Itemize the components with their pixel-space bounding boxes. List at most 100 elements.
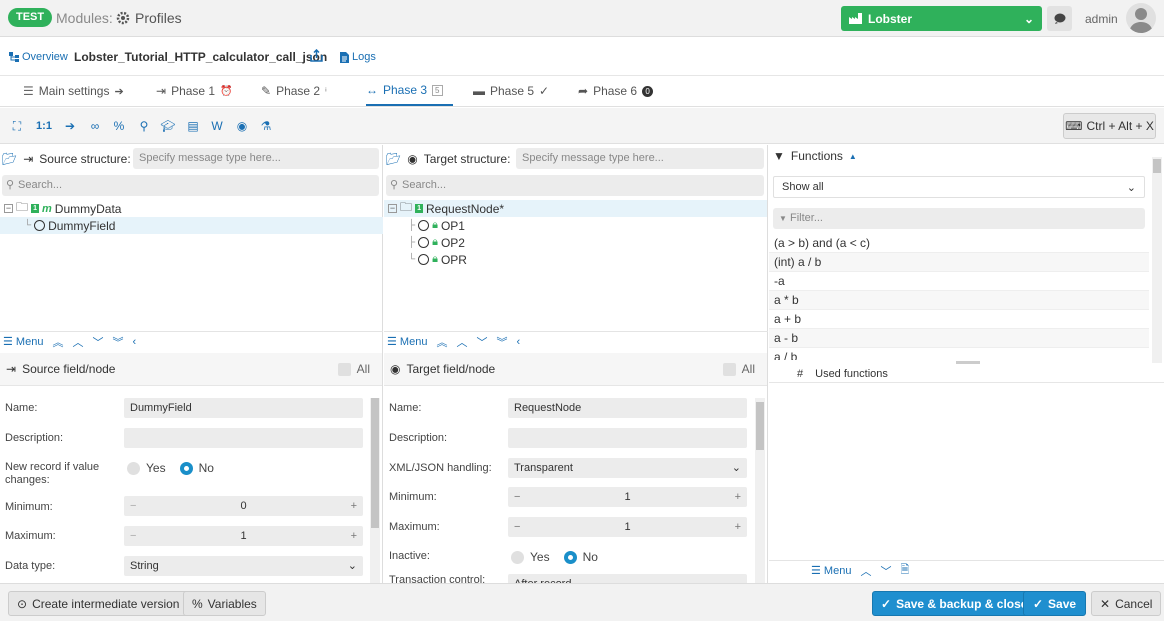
plus-icon[interactable]: + bbox=[351, 500, 357, 512]
word-file-icon[interactable]: W bbox=[208, 117, 226, 135]
avatar[interactable] bbox=[1126, 3, 1156, 33]
double-chevron-down-icon[interactable]: ︾ bbox=[112, 334, 123, 350]
double-chevron-up-icon[interactable]: ︽ bbox=[436, 334, 447, 350]
function-item[interactable]: a - b bbox=[769, 329, 1149, 348]
flask-icon[interactable]: ⚗ bbox=[257, 117, 275, 135]
eye-icon[interactable]: ◉ bbox=[233, 117, 251, 135]
ratio-button[interactable]: 1:1 bbox=[34, 117, 54, 135]
chat-button[interactable] bbox=[1047, 6, 1072, 31]
resize-handle[interactable] bbox=[956, 361, 980, 364]
plus-icon[interactable]: + bbox=[351, 530, 357, 542]
tree-node-requestnode[interactable]: − 🗀 1 RequestNode* bbox=[384, 200, 767, 217]
function-item[interactable]: -a bbox=[769, 272, 1149, 291]
tab-phase-5[interactable]: ▬ Phase 5 ✓ bbox=[473, 76, 549, 106]
target-name-input[interactable]: RequestNode bbox=[508, 398, 747, 418]
scrollbar-thumb[interactable] bbox=[756, 402, 764, 450]
percent-icon[interactable]: % bbox=[110, 117, 128, 135]
link-icon[interactable]: ∞ bbox=[86, 117, 104, 135]
file-icon[interactable]: 🗎 bbox=[900, 561, 909, 580]
all-checkbox[interactable] bbox=[337, 362, 351, 376]
source-description-input[interactable] bbox=[124, 428, 363, 448]
chevron-up-icon[interactable]: ︿ bbox=[456, 334, 467, 350]
target-description-input[interactable] bbox=[508, 428, 747, 448]
user-name[interactable]: admin bbox=[1085, 12, 1118, 26]
export-button[interactable] bbox=[310, 48, 323, 65]
chevron-down-icon[interactable]: ﹀ bbox=[92, 334, 103, 350]
xml-json-handling-select[interactable]: Transparent ⌄ bbox=[508, 458, 747, 478]
target-search-input[interactable]: ⚲ Search... bbox=[386, 175, 764, 196]
function-item[interactable]: (a > b) and (a < c) bbox=[769, 234, 1149, 253]
plus-icon[interactable]: + bbox=[735, 491, 741, 503]
no-radio[interactable] bbox=[563, 550, 577, 564]
target-maximum-stepper[interactable]: − 1 + bbox=[508, 517, 747, 537]
chevron-up-icon[interactable]: ︿ bbox=[860, 563, 871, 579]
overview-link[interactable]: Overview bbox=[9, 51, 68, 63]
keyboard-shortcut-button[interactable]: ⌨ Ctrl + Alt + X bbox=[1063, 113, 1156, 139]
source-all-toggle[interactable]: All bbox=[337, 362, 370, 376]
collapse-icon[interactable]: − bbox=[388, 204, 397, 213]
functions-category-select[interactable]: Show all ⌄ bbox=[773, 176, 1145, 198]
all-checkbox[interactable] bbox=[722, 362, 736, 376]
list-alt-icon[interactable]: ▤ bbox=[184, 117, 202, 135]
source-detail-scrollbar[interactable] bbox=[370, 398, 380, 583]
chevron-up-icon[interactable]: ︿ bbox=[72, 334, 83, 350]
tree-node-op1[interactable]: ├ 🔒︎ OP1 bbox=[408, 217, 465, 234]
collapse-icon[interactable]: − bbox=[4, 204, 13, 213]
save-backup-close-button[interactable]: ✓ Save & backup & close bbox=[872, 591, 1037, 616]
plus-icon[interactable]: + bbox=[735, 521, 741, 533]
tree-node-opr[interactable]: └ 🔒︎ OPR bbox=[408, 251, 467, 268]
scrollbar-thumb[interactable] bbox=[1153, 159, 1161, 173]
tree-node-op2[interactable]: ├ 🔒︎ OP2 bbox=[408, 234, 465, 251]
yes-radio[interactable] bbox=[511, 550, 524, 564]
source-minimum-stepper[interactable]: − 0 + bbox=[124, 496, 363, 516]
function-item[interactable]: a * b bbox=[769, 291, 1149, 310]
source-maximum-stepper[interactable]: − 1 + bbox=[124, 526, 363, 546]
search-icon[interactable]: ⚲ bbox=[135, 117, 153, 135]
target-detail-scrollbar[interactable] bbox=[755, 398, 765, 583]
target-message-type-input[interactable]: Specify message type here... bbox=[516, 148, 764, 169]
source-message-type-input[interactable]: Specify message type here... bbox=[133, 148, 379, 169]
functions-scrollbar[interactable] bbox=[1152, 157, 1162, 363]
arrow-right-icon[interactable]: ➔ bbox=[61, 117, 79, 135]
function-item[interactable]: a / b bbox=[769, 348, 1149, 360]
double-chevron-up-icon[interactable]: ︽ bbox=[52, 334, 63, 350]
tab-phase-1[interactable]: ⇥ Phase 1 ⏰ bbox=[156, 76, 233, 106]
cancel-button[interactable]: ✕ Cancel bbox=[1091, 591, 1162, 616]
target-minimum-stepper[interactable]: − 1 + bbox=[508, 487, 747, 507]
no-radio[interactable] bbox=[179, 461, 193, 475]
variables-button[interactable]: % Variables bbox=[183, 591, 266, 616]
functions-filter-input[interactable]: ▼ Filter... bbox=[773, 208, 1145, 229]
folder-open-icon[interactable]: 📂︎ bbox=[386, 152, 401, 166]
scrollbar-thumb[interactable] bbox=[371, 398, 379, 528]
create-intermediate-version-button[interactable]: ⊙ Create intermediate version bbox=[8, 591, 189, 616]
tree-node-dummyfield[interactable]: └ DummyField bbox=[0, 217, 383, 234]
tab-phase-2[interactable]: ✎ Phase 2 ⁱ bbox=[261, 76, 327, 106]
chevron-down-icon[interactable]: ﹀ bbox=[476, 334, 487, 350]
tenant-select[interactable]: Lobster ⌄ bbox=[841, 6, 1042, 31]
chevron-left-icon[interactable]: ‹ bbox=[132, 336, 136, 348]
transaction-control-select[interactable]: After record bbox=[508, 574, 747, 583]
source-name-input[interactable]: DummyField bbox=[124, 398, 363, 418]
source-menu-button[interactable]: ☰ Menu bbox=[3, 335, 43, 348]
function-item[interactable]: a + b bbox=[769, 310, 1149, 329]
functions-header[interactable]: ▼ Functions ▲ bbox=[773, 149, 857, 163]
function-item[interactable]: (int) a / b bbox=[769, 253, 1149, 272]
save-button[interactable]: ✓ Save bbox=[1023, 591, 1086, 616]
logs-link[interactable]: Logs bbox=[340, 51, 376, 63]
folder-open-icon[interactable]: 📂︎ bbox=[2, 152, 17, 166]
tab-phase-3[interactable]: ↔ Phase 3 5 bbox=[366, 76, 453, 106]
expand-icon[interactable]: ⛶ bbox=[8, 117, 26, 135]
chevron-down-icon[interactable]: ﹀ bbox=[880, 563, 891, 579]
source-data-type-select[interactable]: String ⌄ bbox=[124, 556, 363, 576]
double-chevron-down-icon[interactable]: ︾ bbox=[496, 334, 507, 350]
target-all-toggle[interactable]: All bbox=[722, 362, 755, 376]
tree-node-dummydata[interactable]: − 🗀 1 m DummyData bbox=[4, 200, 121, 217]
tab-phase-6[interactable]: ➦ Phase 6 0 bbox=[578, 76, 654, 106]
profiles-module-link[interactable]: Profiles bbox=[116, 10, 182, 26]
yes-radio[interactable] bbox=[127, 461, 140, 475]
source-search-input[interactable]: ⚲ Search... bbox=[2, 175, 379, 196]
tab-main-settings[interactable]: ☰ Main settings ➔ bbox=[23, 76, 124, 106]
target-menu-button[interactable]: ☰ Menu bbox=[387, 335, 427, 348]
chevron-left-icon[interactable]: ‹ bbox=[516, 336, 520, 348]
functions-menu-button[interactable]: ☰ Menu bbox=[811, 564, 851, 577]
